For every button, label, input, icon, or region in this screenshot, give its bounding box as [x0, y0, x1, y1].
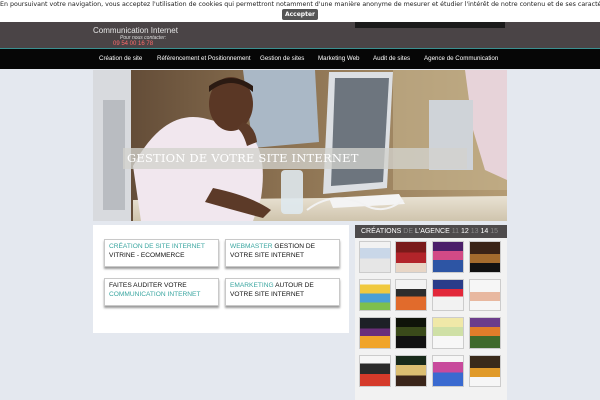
portfolio-thumbnail[interactable] [359, 241, 391, 273]
nav-item-gestion[interactable]: Gestion de sites [260, 55, 304, 62]
portfolio-thumbnail[interactable] [359, 317, 391, 349]
service-subtitle: VITRINE - ECOMMERCE [109, 251, 185, 259]
portfolio-thumbnail[interactable] [395, 279, 427, 311]
portfolio-page-link[interactable]: 11 [452, 228, 459, 235]
portfolio-thumbnail[interactable] [432, 317, 464, 349]
portfolio-title-part2: L'AGENCE [414, 228, 450, 235]
portfolio-thumbnail[interactable] [395, 355, 427, 387]
service-prefix: FAITES AUDITER VOTRE [109, 282, 187, 289]
portfolio-thumbnail[interactable] [469, 241, 501, 273]
service-title: CRÉATION DE SITE INTERNET [109, 243, 205, 250]
nav-item-marketing[interactable]: Marketing Web [318, 55, 360, 62]
hero-photo [93, 70, 507, 221]
nav-item-audit[interactable]: Audit de sites [373, 55, 410, 62]
accept-cookies-button[interactable]: Accepter [282, 9, 318, 20]
portfolio-thumbnail[interactable] [432, 355, 464, 387]
portfolio-thumbnail[interactable] [359, 355, 391, 387]
nav-item-creation[interactable]: Création de site [99, 55, 142, 62]
portfolio-page-link[interactable]: 15 [490, 228, 498, 235]
service-title: EMARKETING [230, 282, 274, 289]
portfolio-thumbnail[interactable] [469, 355, 501, 387]
contact-phone[interactable]: 09 54 00 16 78 [113, 41, 153, 47]
site-logo-title[interactable]: Communication Internet [93, 26, 178, 35]
hero-caption: GESTION DE VOTRE SITE INTERNET [123, 148, 467, 169]
portfolio-thumbnail[interactable] [432, 241, 464, 273]
hero-caption-text: GESTION DE VOTRE SITE INTERNET [127, 151, 359, 165]
cookie-banner: En poursuivant votre navigation, vous ac… [0, 0, 600, 22]
portfolio-thumbnail[interactable] [432, 279, 464, 311]
service-title: WEBMASTER [230, 243, 273, 250]
portfolio-page-link[interactable]: 13 [471, 228, 479, 235]
nav-item-referencement[interactable]: Référencement et Positionnement [157, 55, 251, 62]
portfolio-thumbnail[interactable] [469, 279, 501, 311]
portfolio-header: CRÉATIONS DE L'AGENCE 11 12 13 14 15 [355, 225, 507, 238]
nav-item-agence[interactable]: Agence de Communication [424, 55, 498, 62]
portfolio-thumbnail[interactable] [469, 317, 501, 349]
service-title: COMMUNICATION INTERNET [109, 290, 201, 298]
service-audit[interactable]: FAITES AUDITER VOTRE COMMUNICATION INTER… [104, 278, 219, 306]
portfolio-thumbnail[interactable] [395, 241, 427, 273]
cookie-message: En poursuivant votre navigation, vous ac… [0, 1, 600, 8]
portfolio-page-link[interactable]: 12 [461, 228, 469, 235]
site-header [0, 22, 600, 48]
services-panel: CRÉATION DE SITE INTERNET VITRINE - ECOM… [93, 225, 349, 333]
portfolio-thumbnail[interactable] [359, 279, 391, 311]
hero-image [93, 70, 507, 221]
header-accent-bar [355, 22, 505, 28]
portfolio-page-current[interactable]: 14 [480, 228, 488, 235]
main-nav: Création de site Référencement et Positi… [0, 48, 600, 69]
portfolio-widget: CRÉATIONS DE L'AGENCE 11 12 13 14 15 [355, 225, 507, 400]
service-creation-site[interactable]: CRÉATION DE SITE INTERNET VITRINE - ECOM… [104, 239, 219, 267]
service-webmaster[interactable]: WEBMASTER GESTION DE VOTRE SITE INTERNET [225, 239, 340, 267]
portfolio-title-de: DE [403, 228, 414, 235]
service-emarketing[interactable]: EMARKETING AUTOUR DE VOTRE SITE INTERNET [225, 278, 340, 306]
portfolio-title-part1: CRÉATIONS [361, 228, 402, 235]
portfolio-thumbnail[interactable] [395, 317, 427, 349]
